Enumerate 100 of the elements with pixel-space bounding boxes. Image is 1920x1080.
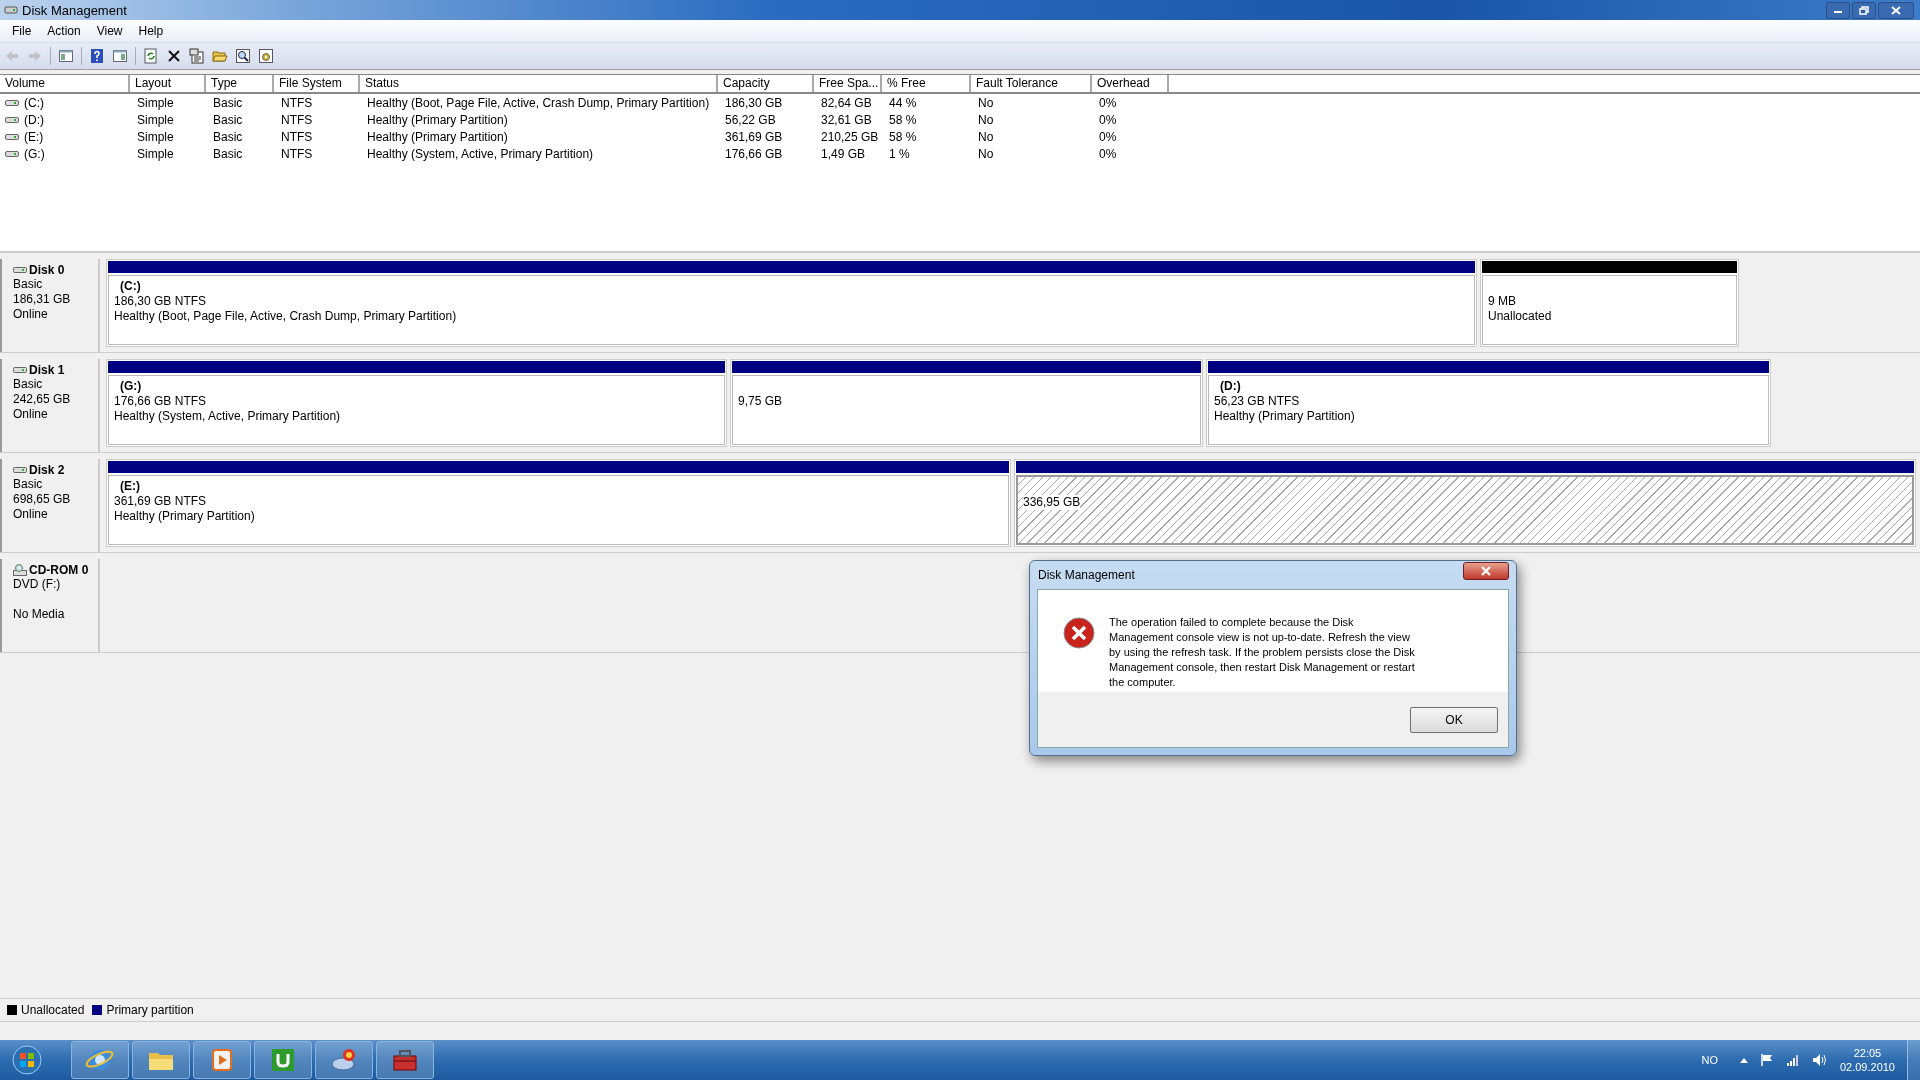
open-folder-icon[interactable] [212, 48, 228, 64]
language-indicator[interactable]: NO [1701, 1054, 1718, 1066]
restore-icon [1859, 5, 1869, 15]
disk-name: Disk 1 [29, 362, 65, 377]
pane-icon[interactable] [112, 48, 128, 64]
taskbar-button[interactable] [132, 1041, 190, 1079]
table-cell: NTFS [281, 95, 313, 110]
disk-type: Basic [13, 377, 44, 392]
menu-item[interactable]: View [88, 22, 131, 40]
table-cell: 0% [1099, 129, 1117, 144]
partition-block[interactable]: (D:) 56,23 GB NTFS Healthy (Primary Partition) [1206, 359, 1771, 447]
properties-icon[interactable] [189, 48, 205, 64]
ok-button[interactable]: OK [1410, 706, 1498, 733]
column-header[interactable]: % Free [882, 75, 971, 92]
taskbar-button[interactable] [376, 1041, 434, 1079]
partition-block[interactable]: (G:) 176,66 GB NTFS Healthy (System, Active, Primary Partition) [106, 359, 727, 447]
table-cell: 58 % [889, 129, 917, 144]
show-desktop-button[interactable] [1907, 1040, 1920, 1080]
taskbar-button[interactable] [254, 1041, 312, 1079]
disk-type: Basic [13, 477, 44, 492]
partition-block[interactable]: 9,75 GB [730, 359, 1203, 447]
dialog-title: Disk Management [1037, 568, 1135, 582]
column-header[interactable]: Fault Tolerance [971, 75, 1092, 92]
close-button[interactable] [1463, 562, 1509, 580]
partition-status: Healthy (Primary Partition) [1214, 409, 1355, 424]
disk-size: 698,65 GB [13, 492, 72, 507]
table-cell: Healthy (System, Active, Primary Partition) [367, 146, 594, 161]
column-header[interactable]: Volume [0, 75, 130, 92]
column-header[interactable]: Layout [130, 75, 206, 92]
taskbar-button[interactable] [193, 1041, 251, 1079]
column-header[interactable]: File System [274, 75, 360, 92]
table-cell: Basic [213, 95, 243, 110]
table-cell: Healthy (Primary Partition) [367, 129, 508, 144]
disk-drive-icon [13, 365, 27, 374]
legend-label: Primary partition [106, 1003, 194, 1017]
partition-size: 56,23 GB NTFS [1214, 394, 1300, 409]
volume-icon[interactable] [1811, 1053, 1828, 1067]
unallocated-space[interactable]: 9 MB Unallocated [1480, 259, 1739, 347]
table-cell: 0% [1099, 112, 1117, 127]
disk-label-panel[interactable]: CD-ROM 0 DVD (F:) No Media [0, 559, 100, 652]
restore-button[interactable] [1852, 1, 1876, 19]
show-hidden-icons-arrow[interactable] [1739, 1057, 1748, 1063]
table-cell: 56,22 GB [725, 112, 776, 127]
table-cell: Simple [137, 95, 174, 110]
disk-name: Disk 0 [29, 262, 65, 277]
table-cell: 0% [1099, 95, 1117, 110]
disk-label-panel[interactable]: Disk 1 Basic 242,65 GB Online [0, 359, 100, 452]
column-header[interactable]: Free Spa... [814, 75, 882, 92]
disk-type: Basic [13, 277, 44, 292]
taskbar-button[interactable] [71, 1041, 129, 1079]
partition-size: 336,95 GB [1023, 495, 1081, 510]
network-signal-icon[interactable] [1785, 1054, 1800, 1066]
table-cell: Basic [213, 129, 243, 144]
column-header[interactable]: Capacity [718, 75, 814, 92]
table-cell: Basic [213, 146, 243, 161]
free-space-block[interactable]: 336,95 GB [1014, 459, 1916, 547]
partition-size: 9,75 GB [738, 394, 783, 409]
cd-drive-icon [13, 563, 27, 576]
taskbar-button[interactable] [315, 1041, 373, 1079]
window-title: Disk Management [22, 2, 127, 18]
table-cell: (E:) [24, 129, 44, 144]
table-cell: 32,61 GB [821, 112, 872, 127]
menu-item[interactable]: Action [39, 22, 89, 40]
table-cell: 0% [1099, 146, 1117, 161]
partition-size: 361,69 GB NTFS [114, 494, 207, 509]
clock-time[interactable]: 22:05 [1853, 1047, 1882, 1059]
table-cell: NTFS [281, 129, 313, 144]
close-button[interactable] [1878, 1, 1914, 19]
drive-icon [5, 149, 19, 158]
table-cell: 186,30 GB [725, 95, 783, 110]
column-header[interactable]: Type [206, 75, 274, 92]
delete-icon[interactable] [166, 48, 182, 64]
table-cell: No [978, 112, 994, 127]
column-header[interactable]: Overhead [1092, 75, 1169, 92]
table-cell: No [978, 146, 994, 161]
table-cell: 176,66 GB [725, 146, 783, 161]
menu-item[interactable]: Help [130, 22, 172, 40]
drive-icon [5, 132, 19, 141]
table-cell: 210,25 GB [821, 129, 879, 144]
minimize-button[interactable] [1826, 1, 1850, 19]
partition-block[interactable]: (C:) 186,30 GB NTFS Healthy (Boot, Page File, Active, Crash Dump, Primary Partition) [106, 259, 1477, 347]
partition-block[interactable]: (E:) 361,69 GB NTFS Healthy (Primary Partition) [106, 459, 1011, 547]
disk-status: No Media [13, 607, 66, 622]
menu-item[interactable]: File [4, 22, 40, 40]
disk-label-panel[interactable]: Disk 2 Basic 698,65 GB Online [0, 459, 100, 552]
tree-icon[interactable] [58, 48, 74, 64]
clock-date[interactable]: 02.09.2010 [1839, 1061, 1895, 1073]
legend-label: Unallocated [21, 1003, 85, 1017]
help-icon[interactable] [89, 48, 105, 64]
disk-label-panel[interactable]: Disk 0 Basic 186,31 GB Online [0, 259, 100, 352]
table-cell: NTFS [281, 112, 313, 127]
table-cell: (D:) [24, 112, 44, 127]
flag-icon[interactable] [1759, 1053, 1774, 1067]
partition-status: Healthy (Primary Partition) [114, 509, 255, 524]
refresh-icon[interactable] [143, 48, 159, 64]
partition-size: 176,66 GB NTFS [114, 394, 207, 409]
search-icon[interactable] [235, 48, 251, 64]
settings-icon[interactable] [258, 48, 274, 64]
column-header[interactable]: Status [360, 75, 718, 92]
partition-label: (D:) [1219, 379, 1242, 394]
